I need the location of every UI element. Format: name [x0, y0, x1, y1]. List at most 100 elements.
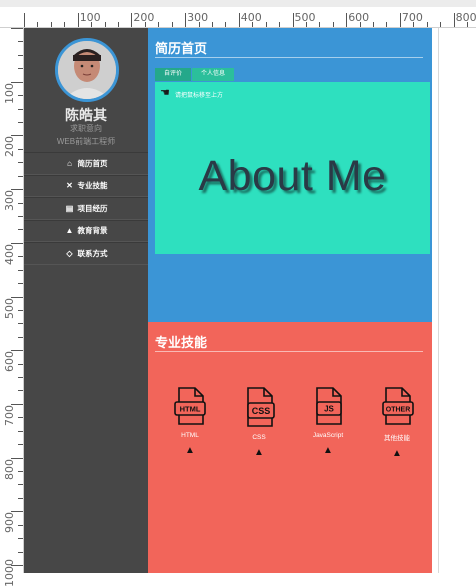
ruler-label: 100: [79, 11, 101, 24]
ruler-tick: [18, 323, 23, 325]
sidebar-item-label: 联系方式: [77, 248, 108, 258]
ruler-tick: [171, 22, 173, 27]
ruler-tick: [50, 22, 52, 27]
ruler-tick: [18, 551, 23, 553]
ruler-tick: [18, 430, 23, 432]
ruler-tick: [18, 68, 23, 70]
css-file-icon: CSS: [247, 387, 275, 427]
tab-personal-info[interactable]: 个人信息: [192, 68, 235, 81]
avatar: [55, 38, 119, 102]
ruler-label: 600: [348, 11, 370, 24]
book-icon: ▤: [65, 203, 74, 213]
arrow-up-icon: ▲: [392, 448, 402, 459]
sidebar-item-home[interactable]: ⌂ 简历首页: [24, 152, 148, 175]
ruler-label: 1000: [3, 559, 16, 587]
home-icon: ⌂: [67, 158, 72, 168]
ruler-tick: [18, 444, 23, 446]
ruler-tick: [386, 22, 388, 27]
graduation-cap-icon: ▲: [65, 226, 74, 236]
ruler-label: 800: [3, 458, 16, 480]
skill-item-javascript[interactable]: JS JavaScript ▲: [298, 386, 358, 456]
sidebar-nav: ⌂ 简历首页 ✕ 专业技能 ▤ 项目经历 ▲ 教育背景 ◇ 联系方式: [24, 152, 148, 265]
ruler-tick: [18, 162, 23, 164]
tab-self-evaluation[interactable]: 自评价: [155, 68, 192, 81]
sidebar-item-label: 教育背景: [77, 226, 108, 236]
sidebar-item-education[interactable]: ▲ 教育背景: [24, 219, 148, 242]
ruler-tick: [18, 95, 23, 97]
job-title: WEB前端工程师: [56, 137, 116, 146]
css-file-type: CSS: [252, 406, 271, 416]
ruler-tick: [18, 269, 23, 271]
ruler-tick: [238, 13, 240, 27]
section-title: 专业技能: [155, 335, 208, 350]
ruler-label: 400: [240, 11, 262, 24]
ruler-strip: [0, 0, 476, 7]
ruler-tick: [18, 108, 23, 110]
ruler-tick: [346, 13, 348, 27]
ruler-tick: [453, 13, 455, 27]
viewport-edge: [438, 28, 439, 573]
tag-icon: ◇: [66, 248, 73, 258]
ruler-tick: [18, 484, 23, 486]
sidebar-item-label: 简历首页: [77, 158, 108, 168]
ruler-tick: [18, 54, 23, 56]
other-file-icon: OTHER: [382, 387, 414, 425]
ruler-tick: [18, 524, 23, 526]
skill-item-html[interactable]: HTML HTML ▲: [160, 386, 220, 456]
skill-item-css[interactable]: CSS CSS ▲: [229, 386, 289, 458]
pointer-hand-icon: ☚: [160, 87, 170, 99]
skill-label: CSS: [252, 434, 266, 441]
js-file-type: JS: [324, 405, 334, 414]
ruler-tick: [18, 471, 23, 473]
skills-section: 专业技能 HTML HTML ▲ CSS CSS ▲ JS JavaScript…: [148, 322, 432, 573]
ruler-tick: [399, 13, 401, 27]
arrow-up-icon: ▲: [323, 445, 333, 456]
ruler-label: 900: [3, 512, 16, 534]
ruler-label: 700: [401, 11, 423, 24]
sidebar-item-skills[interactable]: ✕ 专业技能: [24, 174, 148, 197]
ruler-tick: [265, 22, 267, 27]
js-file-icon: JS: [316, 387, 342, 425]
ruler-tick: [18, 309, 23, 311]
ruler-tick: [440, 22, 442, 27]
ruler-tick: [131, 13, 133, 27]
ruler-tick: [18, 377, 23, 379]
ruler-tick: [211, 22, 213, 27]
html-file-icon: HTML: [174, 387, 206, 425]
about-card[interactable]: ☚ 请把鼠标移至上方 About Me: [155, 82, 430, 254]
ruler-tick: [18, 148, 23, 150]
ruler-tick: [185, 13, 187, 27]
ruler-tick: [225, 22, 227, 27]
ruler-tick: [18, 175, 23, 177]
sidebar-item-contact[interactable]: ◇ 联系方式: [24, 242, 148, 265]
ruler-label: 300: [187, 11, 209, 24]
ruler-tick: [37, 22, 39, 27]
ruler-tick: [426, 22, 428, 27]
ruler-tick: [158, 22, 160, 27]
ruler-tick: [18, 390, 23, 392]
html-file-type: HTML: [180, 405, 201, 414]
ruler-label: 600: [3, 351, 16, 373]
skill-item-other[interactable]: OTHER 其他技能 ▲: [367, 386, 427, 459]
profile-name: 陈皓其: [65, 107, 107, 123]
ruler-label: 500: [294, 11, 316, 24]
ruler-tick: [292, 13, 294, 27]
ruler-label: 700: [3, 404, 16, 426]
ruler-tick: [117, 22, 119, 27]
ruler-tick: [18, 417, 23, 419]
ruler-tick: [332, 22, 334, 27]
about-me-headline: About Me: [198, 152, 387, 200]
sidebar: 陈皓其 求职意向 WEB前端工程师 ⌂ 简历首页 ✕ 专业技能 ▤ 项目经历 ▲…: [24, 28, 148, 573]
ruler-tick: [18, 121, 23, 123]
ruler-label: 100: [3, 82, 16, 104]
tools-icon: ✕: [66, 181, 73, 191]
arrow-up-icon: ▲: [185, 445, 195, 456]
ruler-tick: [18, 202, 23, 204]
sidebar-item-projects[interactable]: ▤ 项目经历: [24, 197, 148, 220]
section-divider: [155, 351, 423, 352]
home-tabs: 自评价 个人信息: [155, 68, 235, 81]
ruler-tick: [279, 22, 281, 27]
ruler-label: 500: [3, 297, 16, 319]
horizontal-ruler: 100 200 300 400 500 600 700 800: [0, 0, 476, 28]
ruler-tick: [18, 215, 23, 217]
